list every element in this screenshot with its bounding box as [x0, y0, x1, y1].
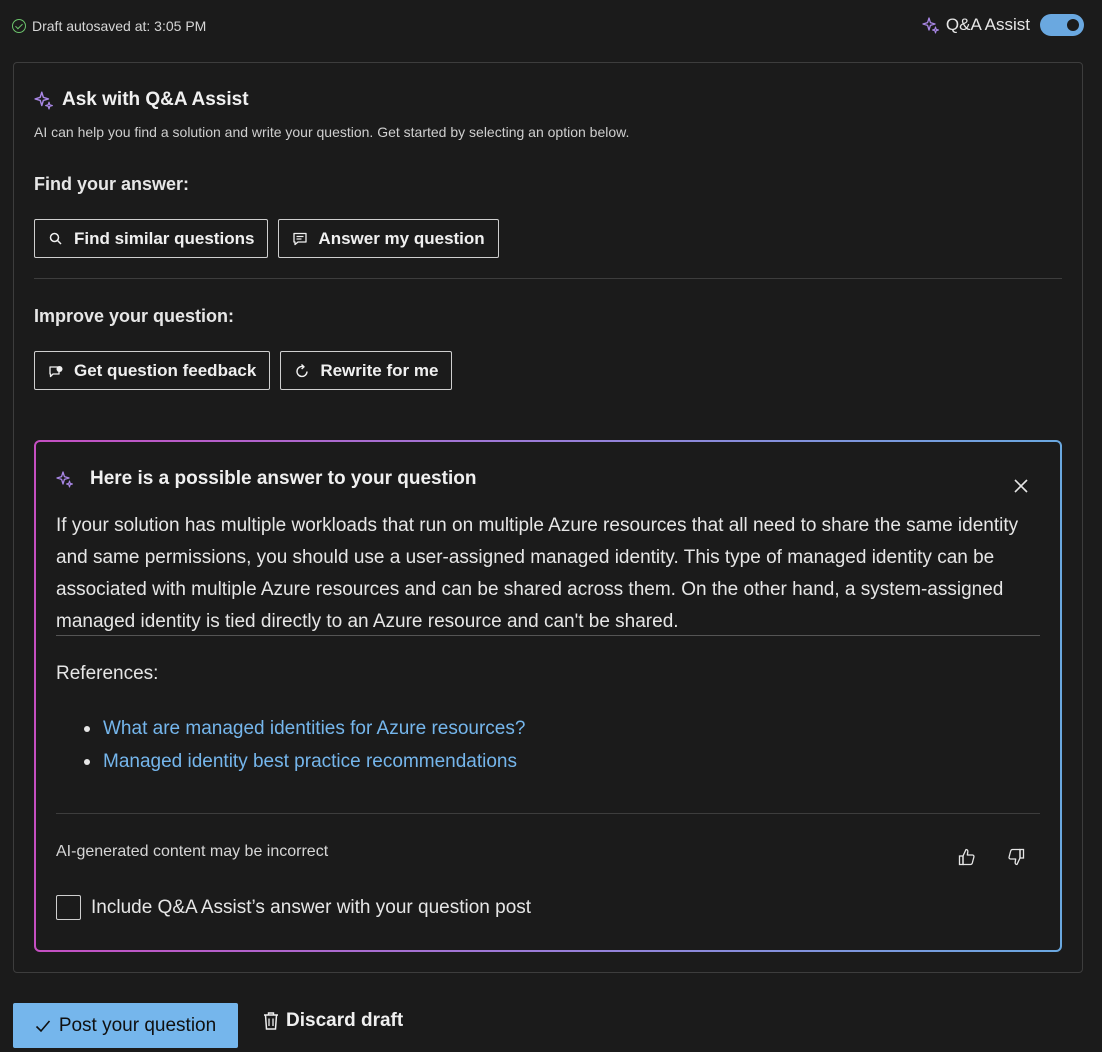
find-similar-questions-button[interactable]: Find similar questions [34, 219, 269, 258]
post-question-button[interactable]: Post your question [13, 1003, 238, 1048]
get-question-feedback-button[interactable]: Get question feedback [34, 351, 271, 390]
list-item: What are managed identities for Azure re… [84, 712, 525, 745]
trash-icon [264, 1012, 278, 1030]
answer-my-question-button[interactable]: Answer my question [278, 219, 499, 258]
reference-link[interactable]: What are managed identities for Azure re… [103, 718, 525, 740]
answer-card-inner: Here is a possible answer to your questi… [36, 442, 1060, 950]
references-list: What are managed identities for Azure re… [84, 712, 525, 778]
section-divider [34, 278, 1062, 279]
sparkle-icon [922, 17, 939, 34]
search-icon [49, 232, 62, 245]
toggle-knob [1067, 19, 1079, 31]
autosave-status: Draft autosaved at: 3:05 PM [12, 18, 206, 34]
reference-link[interactable]: Managed identity best practice recommend… [103, 751, 517, 773]
references-label: References: [56, 663, 159, 684]
post-button-label: Post your question [58, 1014, 217, 1036]
button-label: Answer my question [318, 228, 485, 248]
include-answer-label: Include Q&A Assist’s answer with your qu… [91, 896, 532, 918]
answer-text-underline [56, 635, 1040, 636]
include-answer-checkbox[interactable] [56, 895, 81, 920]
improve-button-row: Get question feedback Rewrite for me [34, 351, 453, 390]
sparkle-icon [34, 91, 53, 110]
panel-subtitle: AI can help you find a solution and writ… [34, 124, 630, 140]
assist-toggle[interactable] [1040, 14, 1084, 36]
rewrite-for-me-button[interactable]: Rewrite for me [280, 351, 453, 390]
top-bar: Draft autosaved at: 3:05 PM Q&A Assist [0, 0, 1102, 52]
button-label: Rewrite for me [320, 360, 439, 380]
panel-title: Ask with Q&A Assist [34, 89, 249, 111]
discard-button-label: Discard draft [286, 1010, 404, 1031]
qa-assist-panel: Ask with Q&A Assist AI can help you find… [13, 62, 1083, 973]
list-item: Managed identity best practice recommend… [84, 745, 525, 778]
ai-disclaimer: AI-generated content may be incorrect [56, 843, 329, 860]
answer-text: If your solution has multiple workloads … [56, 515, 1019, 632]
answer-title: Here is a possible answer to your questi… [56, 468, 476, 490]
bullet-icon [84, 758, 90, 765]
bullet-icon [84, 725, 90, 732]
include-answer-row: Include Q&A Assist’s answer with your qu… [56, 895, 531, 920]
button-label: Find similar questions [74, 228, 255, 248]
checkmark-icon [35, 1019, 50, 1032]
chat-icon [293, 232, 308, 245]
find-button-row: Find similar questions Answer my questio… [34, 219, 499, 258]
button-label: Get question feedback [74, 360, 257, 380]
find-section-label: Find your answer: [34, 174, 190, 194]
assist-label: Q&A Assist [945, 15, 1030, 34]
check-circle-icon [12, 19, 26, 33]
panel-title-text: Ask with Q&A Assist [62, 89, 249, 110]
thumbs-up-icon[interactable] [958, 847, 976, 867]
autosave-text: Draft autosaved at: 3:05 PM [32, 18, 207, 34]
sparkle-icon [56, 471, 74, 488]
discard-draft-button[interactable]: Discard draft [262, 1010, 403, 1032]
feedback-icon [49, 365, 63, 377]
thumbs-down-icon[interactable] [1007, 847, 1025, 867]
close-icon[interactable] [1012, 477, 1030, 495]
answer-card: Here is a possible answer to your questi… [34, 440, 1062, 952]
refresh-icon [296, 363, 309, 377]
assist-toggle-group: Q&A Assist [922, 14, 1084, 36]
answer-title-text: Here is a possible answer to your questi… [90, 468, 477, 489]
improve-section-label: Improve your question: [34, 306, 235, 326]
answer-footer-divider [56, 813, 1040, 814]
